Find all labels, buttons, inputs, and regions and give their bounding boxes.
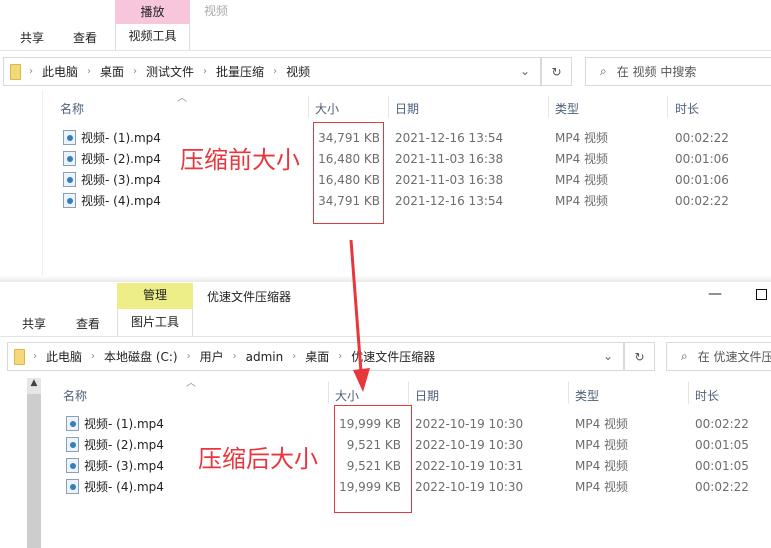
arrow-annotation (349, 239, 370, 392)
